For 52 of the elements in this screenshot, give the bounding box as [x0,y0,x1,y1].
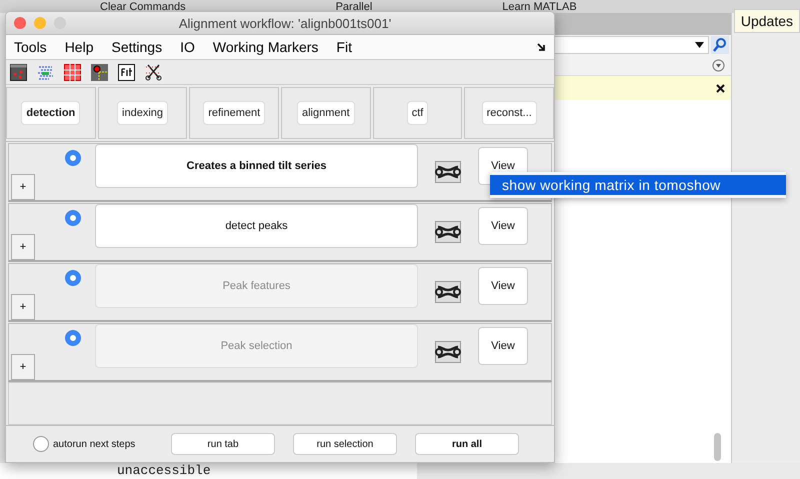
tab[interactable]: ctf [406,101,428,125]
search-icon[interactable] [710,36,729,54]
toolbar-item[interactable]: Parallel [336,1,372,13]
wrench-icon[interactable] [435,341,461,363]
radio-button[interactable] [65,270,81,286]
tab[interactable]: refinement [203,101,266,125]
menu-item[interactable]: Working Markers [212,39,318,55]
context-menu-item[interactable]: show working matrix in tomoshow [490,175,786,195]
expand-button[interactable]: + [11,294,35,320]
menu-item[interactable]: Fit [336,39,352,55]
filter-icon[interactable] [712,58,725,72]
dock-arrow-icon[interactable] [537,42,546,52]
menu-item[interactable]: IO [180,39,195,55]
wrench-icon[interactable] [435,221,461,243]
close-icon[interactable] [716,84,725,92]
toolbar-item[interactable]: Learn MATLAB [502,1,577,13]
expand-button[interactable]: + [11,174,35,200]
autorun-radio[interactable] [33,436,49,452]
autorun-label: autorun next steps [53,438,136,450]
radio-button[interactable] [65,210,81,226]
menu-item[interactable]: Tools [14,39,47,55]
toolbar-item[interactable]: Clear Commands [100,1,186,13]
run-button[interactable]: run selection [293,433,397,455]
tab[interactable]: reconst... [482,101,537,125]
updates-button[interactable]: Updates [734,9,800,33]
run-button[interactable]: run all [415,433,519,455]
view-button[interactable]: View [478,207,528,245]
wrench-icon[interactable] [435,281,461,303]
align-lines-icon[interactable] [37,64,54,80]
image-icon[interactable] [10,64,27,80]
menu-item[interactable]: Settings [111,39,162,55]
radio-button[interactable] [65,150,81,166]
tab[interactable]: alignment [297,101,355,125]
scrollbar[interactable] [714,433,721,461]
step-description[interactable]: Creates a binned tilt series [95,144,418,188]
menu-item[interactable]: Help [64,39,94,55]
expand-button[interactable]: + [11,234,35,260]
radio-button[interactable] [65,330,81,346]
run-button[interactable]: run tab [171,433,275,455]
console-text: unaccessible [0,463,417,479]
scissors-icon[interactable] [145,64,162,80]
window-title: Alignment workflow: 'alignb001ts001' [178,16,392,30]
marker-icon[interactable] [91,64,108,80]
step-description[interactable]: detect peaks [95,204,418,248]
view-button[interactable]: View [478,327,528,365]
wrench-icon[interactable] [435,161,461,183]
grid-icon[interactable] [64,64,81,80]
tab[interactable]: indexing [117,101,168,125]
view-button[interactable]: View [478,267,528,305]
fit-icon[interactable] [118,64,135,80]
tab[interactable]: detection [21,101,80,125]
expand-button[interactable]: + [11,354,35,380]
